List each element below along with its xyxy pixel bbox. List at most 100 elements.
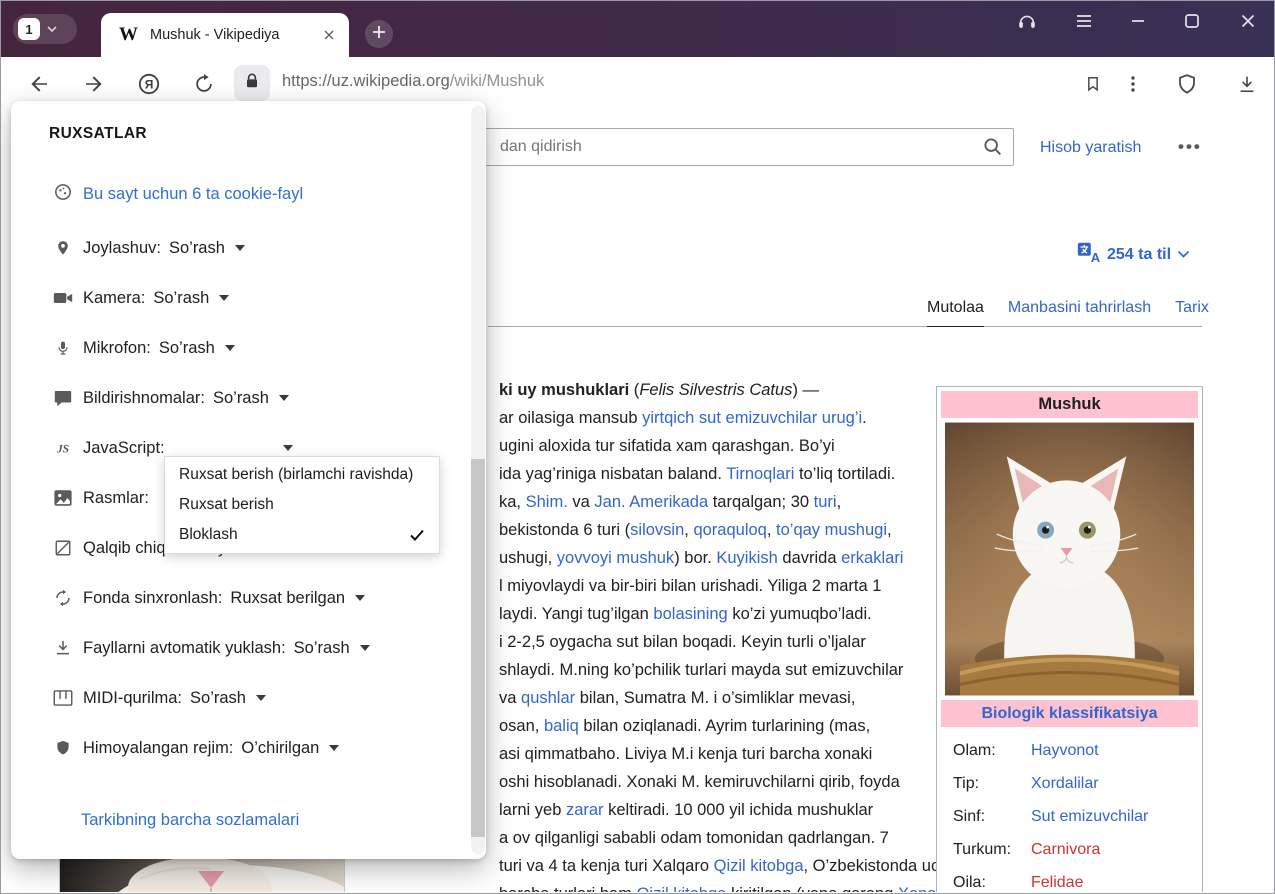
menu-icon[interactable] xyxy=(1072,9,1096,33)
kitten-photo[interactable] xyxy=(945,422,1194,696)
address-bar[interactable]: https://uz.wikipedia.org/wiki/Mushuk xyxy=(282,72,544,91)
search-icon[interactable] xyxy=(982,136,1004,163)
forward-icon[interactable] xyxy=(81,71,107,97)
dropdown-caret-icon[interactable] xyxy=(355,595,365,601)
permission-label: Fayllarni avtomatik yuklash: xyxy=(83,639,286,658)
article-line: ushugi, yovvoyi mushuk) bor. Kuyikish da… xyxy=(499,544,959,572)
permission-value[interactable]: O’chirilgan xyxy=(241,739,319,758)
autoload-icon xyxy=(53,638,73,658)
more-options-menu[interactable]: ••• xyxy=(1178,137,1202,157)
wiki-link[interactable]: Tirnoqlari xyxy=(726,465,794,483)
all-content-settings-link[interactable]: Tarkibning barcha sozlamalari xyxy=(81,811,299,830)
permission-row-protected-content: Himoyalangan rejim:O’chirilgan xyxy=(53,723,456,773)
taxobox-label: Turkum: xyxy=(953,841,1031,859)
wiki-link[interactable]: Qizil kitobga xyxy=(714,857,804,875)
taxobox-label: Olam: xyxy=(953,742,1031,760)
wiki-link[interactable]: Qizil kitobga xyxy=(637,885,727,892)
text-segment: ) — xyxy=(792,381,819,399)
wiki-link[interactable]: zarar xyxy=(566,801,604,819)
site-permissions-panel: RUXSATLAR Bu sayt uchun 6 ta cookie-fayl… xyxy=(11,101,486,859)
permission-label: Rasmlar: xyxy=(83,489,149,508)
taxobox-table: Olam:HayvonotTip:XordalilarSinf:Sut emiz… xyxy=(941,734,1198,892)
permission-label: JavaScript: xyxy=(83,439,165,458)
wiki-link[interactable]: Jan. Amerikada xyxy=(594,493,708,511)
protect-shield-icon[interactable] xyxy=(1174,71,1200,97)
permission-value[interactable]: So’rash xyxy=(294,639,350,658)
panel-scrollbar-thumb[interactable] xyxy=(471,459,485,837)
bookmark-icon[interactable] xyxy=(1080,71,1106,97)
wiki-link[interactable]: qushlar xyxy=(521,689,575,707)
text-segment: , xyxy=(767,521,776,539)
download-icon[interactable] xyxy=(1234,71,1260,97)
permission-row-camera: Kamera: So’rash xyxy=(53,273,456,323)
taxobox-row: Tip:Xordalilar xyxy=(953,767,1198,800)
dropdown-item[interactable]: Ruxsat berish (birlamchi ravishda) xyxy=(165,460,439,490)
text-segment: ( xyxy=(629,381,639,399)
wiki-link[interactable]: baliq xyxy=(544,717,579,735)
reload-icon[interactable] xyxy=(191,71,217,97)
permission-value[interactable]: So’rash xyxy=(169,239,225,258)
permission-value[interactable]: So’rash xyxy=(159,339,215,358)
article-line: ka, Shim. va Jan. Amerikada tarqalgan; 3… xyxy=(499,488,959,516)
article-line: va qushlar bilan, Sumatra M. i o’simlikl… xyxy=(499,684,959,712)
dropdown-caret-icon[interactable] xyxy=(329,745,339,751)
permission-label: Kamera: xyxy=(83,289,145,308)
wiki-link[interactable]: silovsin xyxy=(630,521,684,539)
wikipedia-favicon: W xyxy=(119,24,138,46)
wiki-link[interactable]: Felidae xyxy=(1031,874,1198,892)
wiki-link[interactable]: Carnivora xyxy=(1031,841,1198,859)
images-icon xyxy=(53,489,73,507)
dropdown-caret-icon[interactable] xyxy=(360,645,370,651)
wiki-link[interactable]: Hayvonot xyxy=(1031,742,1198,760)
wiki-link[interactable]: Xordalilar xyxy=(1031,775,1198,793)
tab-tarix[interactable]: Tarix xyxy=(1175,299,1209,317)
wiki-link[interactable]: qoraquloq xyxy=(693,521,766,539)
dropdown-caret-icon[interactable] xyxy=(256,695,266,701)
browser-tab[interactable]: W Mushuk - Vikipediya xyxy=(101,13,349,57)
tab-close-icon[interactable] xyxy=(319,25,339,45)
permission-value[interactable]: So’rash xyxy=(153,289,209,308)
headset-icon[interactable] xyxy=(1015,9,1039,33)
permission-value[interactable]: Ruxsat berilgan xyxy=(230,589,345,608)
kebab-menu-icon[interactable] xyxy=(1120,71,1146,97)
dropdown-caret-icon[interactable] xyxy=(279,395,289,401)
wiki-link[interactable]: bolasining xyxy=(653,605,727,623)
create-account-link[interactable]: Hisob yaratish xyxy=(1040,139,1141,157)
wiki-link[interactable]: turi xyxy=(814,493,837,511)
wiki-link[interactable]: Sut emizuvchilar xyxy=(1031,808,1198,826)
wiki-link[interactable]: to’qay mushugi xyxy=(776,521,887,539)
text-segment: Felis Silvestris Catus xyxy=(639,381,792,399)
yandex-icon[interactable]: Я xyxy=(136,71,162,97)
article-cat-thumbnail[interactable] xyxy=(59,858,345,892)
new-tab-button[interactable] xyxy=(365,20,393,48)
wiki-link[interactable]: Kuyikish xyxy=(716,549,777,567)
dropdown-caret-icon[interactable] xyxy=(235,245,245,251)
minimize-icon[interactable] xyxy=(1126,9,1150,33)
notification-icon xyxy=(53,389,73,407)
wiki-link[interactable]: Shim. xyxy=(526,493,568,511)
permission-value[interactable]: So’rash xyxy=(213,389,269,408)
dropdown-item[interactable]: Ruxsat berish xyxy=(165,490,439,520)
dropdown-caret-icon[interactable] xyxy=(225,345,235,351)
text-segment: , xyxy=(887,521,892,539)
site-permissions-lock-button[interactable] xyxy=(234,65,270,101)
permission-value[interactable]: So’rash xyxy=(190,689,246,708)
close-icon[interactable] xyxy=(1236,9,1260,33)
cookies-link[interactable]: Bu sayt uchun 6 ta cookie-fayl xyxy=(83,185,303,204)
search-input[interactable] xyxy=(440,128,1014,166)
dropdown-item[interactable]: Bloklash xyxy=(165,520,439,550)
article-line: larni yeb zarar keltiradi. 10 000 yil ic… xyxy=(499,796,959,824)
dropdown-caret-icon[interactable] xyxy=(283,445,293,451)
dropdown-caret-icon[interactable] xyxy=(219,295,229,301)
svg-text:JS: JS xyxy=(56,443,69,456)
wiki-link[interactable]: yovvoyi mushuk xyxy=(557,549,674,567)
tab-group-button[interactable]: 1 xyxy=(13,14,77,44)
language-selector-button[interactable]: A 254 ta til xyxy=(1077,242,1190,268)
back-icon[interactable] xyxy=(26,71,52,97)
tab-mutolaa[interactable]: Mutolaa xyxy=(927,299,984,317)
tab-manbasini-tahrirlash[interactable]: Manbasini tahrirlash xyxy=(1008,299,1151,317)
wiki-link[interactable]: yirtqich sut emizuvchilar urug’i xyxy=(642,409,862,427)
active-tab-underline xyxy=(927,326,984,327)
maximize-icon[interactable] xyxy=(1180,9,1204,33)
wiki-link[interactable]: erkaklari xyxy=(841,549,903,567)
